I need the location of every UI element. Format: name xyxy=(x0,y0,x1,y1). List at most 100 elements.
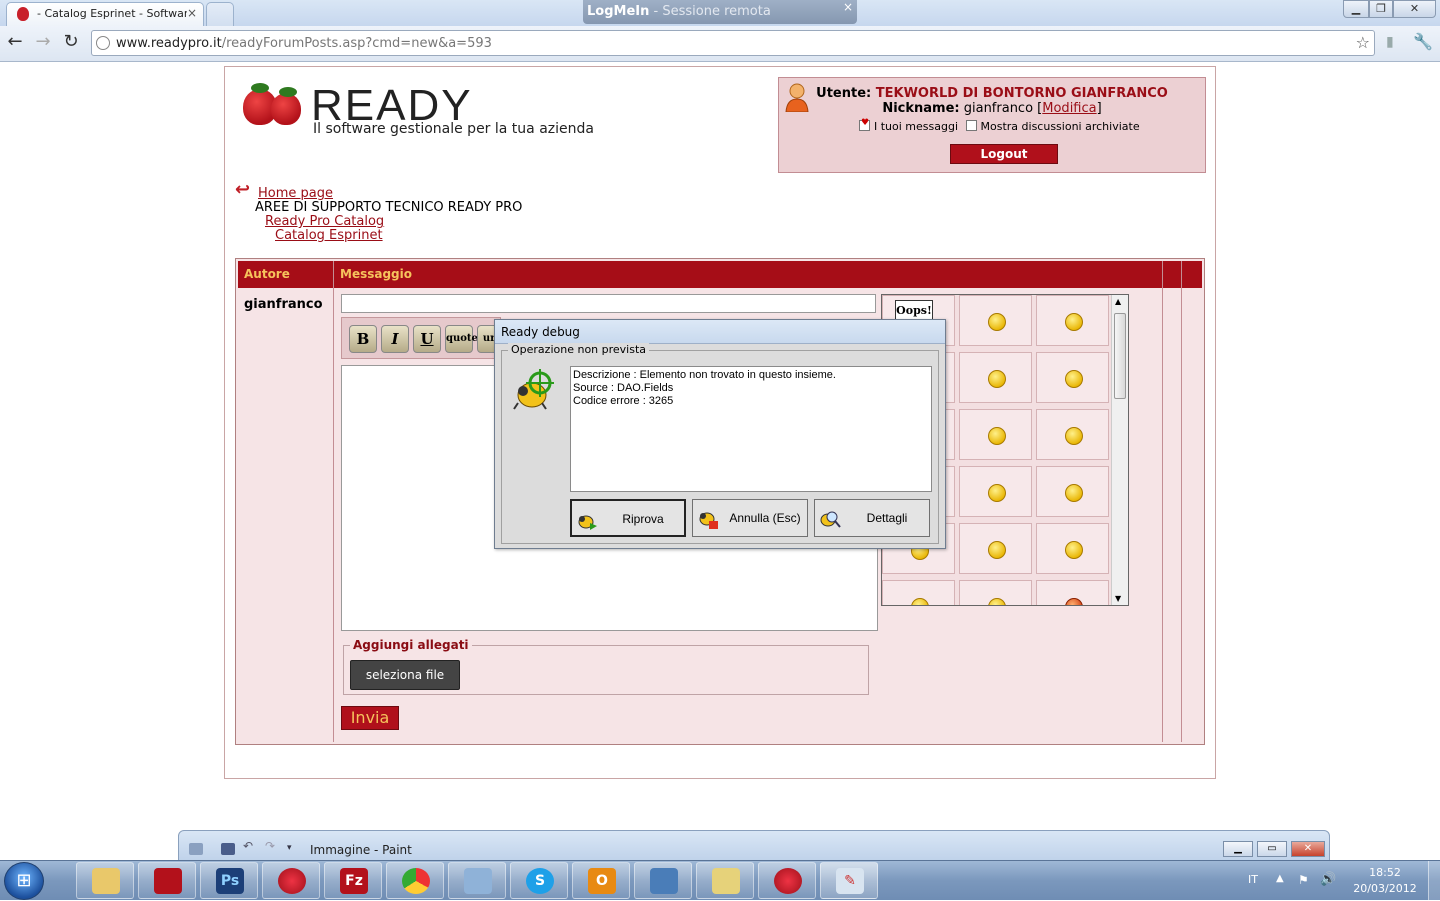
error-code: Codice errore : 3265 xyxy=(573,395,674,407)
smiley[interactable] xyxy=(959,409,1032,460)
logout-button[interactable]: Logout xyxy=(950,144,1058,164)
save-icon[interactable] xyxy=(221,843,235,855)
details-button[interactable]: Dettagli xyxy=(814,499,930,537)
forward-arrow-icon[interactable]: → xyxy=(32,33,54,53)
cancel-button[interactable]: Annulla (Esc) xyxy=(692,499,808,537)
paint-window-bar[interactable]: ↶ ↷ ▾ Immagine - Paint ▁ ▭ ✕ xyxy=(178,830,1330,862)
dialog-titlebar[interactable]: Ready debug xyxy=(495,320,945,344)
taskbar-skype[interactable]: S xyxy=(510,862,568,899)
nickname-value: gianfranco xyxy=(963,101,1034,116)
taskbar-document[interactable] xyxy=(696,862,754,899)
address-bar[interactable]: www.readypro.it/readyForumPosts.asp?cmd=… xyxy=(91,30,1375,56)
format-toolbar: B I U quote url xyxy=(341,317,501,359)
taskbar-remote-desktop[interactable] xyxy=(634,862,692,899)
back-arrow-icon[interactable]: ← xyxy=(4,33,26,53)
smiley[interactable] xyxy=(1036,523,1109,574)
smiley[interactable] xyxy=(1036,466,1109,517)
taskbar-explorer[interactable] xyxy=(76,862,134,899)
folder-icon xyxy=(92,868,120,894)
italic-button[interactable]: I xyxy=(381,325,409,353)
angry-face-icon xyxy=(1065,598,1083,605)
quote-button[interactable]: quote xyxy=(445,325,478,353)
language-indicator[interactable]: IT xyxy=(1248,873,1258,886)
show-desktop-button[interactable] xyxy=(1428,861,1440,901)
acrobat-icon xyxy=(154,868,182,894)
smiley[interactable] xyxy=(959,352,1032,403)
smiley[interactable] xyxy=(1036,580,1109,605)
url-host: www.readypro.it xyxy=(116,36,222,51)
bold-button[interactable]: B xyxy=(349,325,377,353)
smiley[interactable] xyxy=(959,580,1032,605)
paint-minimize-button[interactable]: ▁ xyxy=(1223,841,1253,857)
table-header: Autore Messaggio xyxy=(238,261,1202,288)
smiley-scrollbar[interactable]: ▲ ▼ xyxy=(1111,295,1128,605)
smiley[interactable] xyxy=(959,295,1032,346)
chrome-icon xyxy=(402,868,430,894)
scrollbar-thumb[interactable] xyxy=(1114,313,1126,399)
system-tray: IT ▲ ⚑ 🔊 18:52 20/03/2012 xyxy=(1240,861,1440,901)
select-file-button[interactable]: seleziona file xyxy=(350,660,460,690)
breadcrumb-home[interactable]: Home page xyxy=(258,187,333,201)
document-icon xyxy=(712,868,740,894)
taskbar-photoshop[interactable]: Ps xyxy=(200,862,258,899)
taskbar-filezilla[interactable]: Fz xyxy=(324,862,382,899)
smiley[interactable] xyxy=(882,580,955,605)
quick-access-dropdown-icon[interactable]: ▾ xyxy=(287,843,301,855)
scroll-down-icon[interactable]: ▼ xyxy=(1115,594,1121,603)
windows-taskbar: Ps Fz S O ✎ IT ▲ ⚑ 🔊 18:52 20/03/2012 xyxy=(0,860,1440,901)
strawberry-favicon-icon xyxy=(17,7,29,21)
underline-button[interactable]: U xyxy=(413,325,441,353)
window-minimize-button[interactable]: ▁ xyxy=(1343,0,1369,18)
subject-input[interactable] xyxy=(341,294,876,313)
smiley-face-icon xyxy=(988,598,1006,605)
bookmark-star-icon[interactable]: ☆ xyxy=(1356,33,1370,52)
clock-date[interactable]: 20/03/2012 xyxy=(1340,882,1430,895)
taskbar-ready-2[interactable] xyxy=(758,862,816,899)
paint-app-icon xyxy=(189,843,203,855)
window-restore-button[interactable]: ❐ xyxy=(1369,0,1393,18)
clock-time[interactable]: 18:52 xyxy=(1340,866,1430,879)
taskbar-notes[interactable] xyxy=(448,862,506,899)
col-message: Messaggio xyxy=(340,267,412,281)
smiley[interactable] xyxy=(1036,352,1109,403)
filezilla-icon: Fz xyxy=(340,868,368,894)
volume-icon[interactable]: 🔊 xyxy=(1320,872,1336,887)
wrench-icon[interactable]: 🔧 xyxy=(1413,32,1433,51)
my-messages-checkbox[interactable] xyxy=(859,118,870,131)
smiley[interactable] xyxy=(1036,295,1109,346)
taskbar-ready[interactable] xyxy=(262,862,320,899)
tab-catalog-esprinet[interactable]: - Catalog Esprinet - Softwar × xyxy=(6,2,204,26)
tab-close-icon[interactable]: × xyxy=(187,6,197,20)
breadcrumb-category[interactable]: Ready Pro Catalog xyxy=(265,215,384,229)
paint-close-button[interactable]: ✕ xyxy=(1291,841,1325,857)
paint-restore-button[interactable]: ▭ xyxy=(1257,841,1287,857)
retry-button[interactable]: Riprova xyxy=(570,499,686,537)
window-close-button[interactable]: ✕ xyxy=(1393,0,1436,18)
undo-icon[interactable]: ↶ xyxy=(243,839,257,853)
taskbar-outlook[interactable]: O xyxy=(572,862,630,899)
redo-icon[interactable]: ↷ xyxy=(265,839,279,853)
show-archived-checkbox[interactable] xyxy=(965,120,977,131)
signal-bars-icon[interactable]: ▮ xyxy=(1386,34,1394,50)
send-button[interactable]: Invia xyxy=(341,706,399,730)
taskbar-chrome[interactable] xyxy=(386,862,444,899)
start-button[interactable] xyxy=(4,862,44,900)
breadcrumb-subcategory[interactable]: Catalog Esprinet xyxy=(275,229,383,243)
scroll-up-icon[interactable]: ▲ xyxy=(1115,297,1121,306)
show-hidden-icons-icon[interactable]: ▲ xyxy=(1276,873,1284,884)
logmein-close-icon[interactable]: × xyxy=(843,0,853,14)
edit-profile-link[interactable]: Modifica xyxy=(1042,101,1096,116)
smiley[interactable] xyxy=(1036,409,1109,460)
error-description: Descrizione : Elemento non trovato in qu… xyxy=(573,369,836,381)
details-label: Dettagli xyxy=(866,511,908,525)
smiley[interactable] xyxy=(959,523,1032,574)
new-tab-button[interactable] xyxy=(206,2,234,26)
action-center-flag-icon[interactable]: ⚑ xyxy=(1298,873,1309,887)
smiley[interactable] xyxy=(959,466,1032,517)
taskbar-acrobat[interactable] xyxy=(138,862,196,899)
taskbar-paint[interactable]: ✎ xyxy=(820,862,878,899)
smiley-face-icon xyxy=(988,370,1006,388)
return-arrow-icon: ↩ xyxy=(235,179,251,200)
strawberry-icon xyxy=(278,868,306,894)
reload-icon[interactable]: ↻ xyxy=(60,33,82,53)
